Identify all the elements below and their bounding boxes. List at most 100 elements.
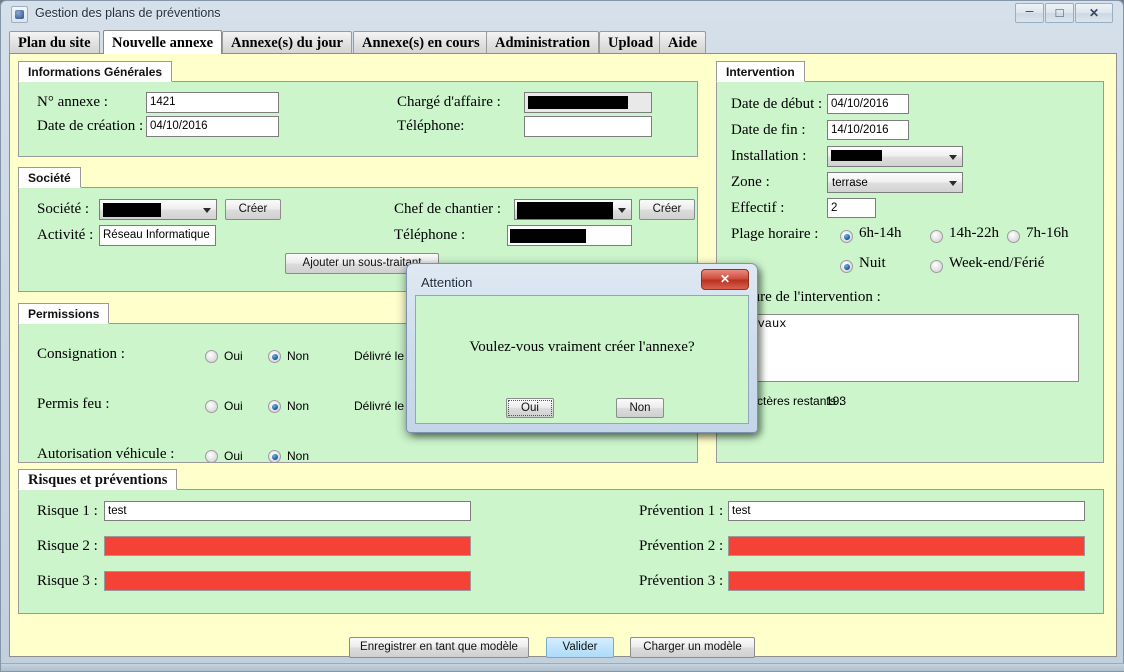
input-telephone-ig[interactable] xyxy=(524,116,652,137)
radio-plage-14h-22h[interactable] xyxy=(930,230,943,243)
label-risque-1: Risque 1 : xyxy=(37,503,98,519)
dialog-no-button[interactable]: Non xyxy=(616,398,664,418)
tab-administration[interactable]: Administration xyxy=(486,31,600,54)
validate-button[interactable]: Valider xyxy=(546,637,614,658)
label-plage-6h-14h: 6h-14h xyxy=(859,225,902,241)
label-num-annexe: N° annexe : xyxy=(37,94,108,110)
value-caracteres-restants: 193 xyxy=(826,394,847,408)
dialog-title: Attention xyxy=(421,275,473,290)
tab-annexes-en-cours[interactable]: Annexe(s) en cours xyxy=(353,31,489,54)
input-prevention-1[interactable]: test xyxy=(728,501,1085,521)
panel-informations-generales: Informations Générales N° annexe : 1421 … xyxy=(18,61,698,157)
label-prevention-3: Prévention 3 : xyxy=(639,573,724,589)
radio-autorisation-vehicule-non[interactable] xyxy=(268,450,281,463)
select-chef-chantier[interactable] xyxy=(514,199,632,220)
dialog-message: Voulez-vous vraiment créer l'annexe? xyxy=(469,339,695,355)
tab-plan-du-site[interactable]: Plan du site xyxy=(9,31,100,54)
radio-plage-nuit[interactable] xyxy=(840,260,853,273)
application-window: Gestion des plans de préventions Plan du… xyxy=(0,0,1124,672)
input-date-debut[interactable]: 04/10/2016 xyxy=(827,94,909,114)
input-charge-affaire[interactable] xyxy=(524,92,652,113)
dialog-yes-button[interactable]: Oui xyxy=(506,398,554,418)
window-bottom-edge xyxy=(1,663,1124,671)
label-telephone-ig: Téléphone: xyxy=(397,118,465,134)
input-date-creation[interactable]: 04/10/2016 xyxy=(146,116,279,137)
panel-title-risques-preventions: Risques et préventions xyxy=(18,469,178,490)
label-consignation-oui: Oui xyxy=(224,349,243,363)
label-plage-nuit: Nuit xyxy=(859,255,886,271)
chevron-down-icon xyxy=(618,208,626,213)
load-template-button[interactable]: Charger un modèle xyxy=(630,637,755,658)
label-prevention-2: Prévention 2 : xyxy=(639,538,724,554)
panel-title-societe: Société xyxy=(18,167,81,188)
panel-title-intervention: Intervention xyxy=(716,61,805,82)
label-plage-14h-22h: 14h-22h xyxy=(949,225,999,241)
label-consignation: Consignation : xyxy=(37,346,125,362)
label-telephone-societe: Téléphone : xyxy=(394,227,466,243)
chevron-down-icon xyxy=(949,181,957,186)
create-chef-chantier-button[interactable]: Créer xyxy=(639,199,695,220)
select-societe[interactable] xyxy=(99,199,217,220)
label-date-debut: Date de début : xyxy=(731,96,823,112)
input-num-annexe[interactable]: 1421 xyxy=(146,92,279,113)
label-plage-weekend: Week-end/Férié xyxy=(949,255,1045,271)
minimize-icon[interactable] xyxy=(1015,3,1044,23)
main-tab-strip: Plan du site Nouvelle annexe Annexe(s) d… xyxy=(9,30,1117,54)
select-zone[interactable]: terrase xyxy=(827,172,963,193)
label-date-fin: Date de fin : xyxy=(731,122,806,138)
confirmation-dialog: Attention ✕ Voulez-vous vraiment créer l… xyxy=(406,263,758,433)
label-permis-feu-oui: Oui xyxy=(224,399,243,413)
label-prevention-1: Prévention 1 : xyxy=(639,503,724,519)
input-activite[interactable]: Réseau Informatique xyxy=(99,225,216,246)
tab-aide[interactable]: Aide xyxy=(659,31,706,54)
label-autorisation-vehicule: Autorisation véhicule : xyxy=(37,446,175,462)
label-installation: Installation : xyxy=(731,148,807,164)
radio-consignation-oui[interactable] xyxy=(205,350,218,363)
radio-autorisation-vehicule-oui[interactable] xyxy=(205,450,218,463)
radio-permis-feu-oui[interactable] xyxy=(205,400,218,413)
panel-body-intervention: Date de début : 04/10/2016 Date de fin :… xyxy=(716,81,1104,463)
label-autorisation-oui: Oui xyxy=(224,449,243,463)
input-risque-3[interactable] xyxy=(104,571,471,591)
input-prevention-3[interactable] xyxy=(728,571,1085,591)
textarea-nature-intervention[interactable]: travaux xyxy=(731,314,1079,382)
input-date-fin[interactable]: 14/10/2016 xyxy=(827,120,909,140)
dialog-close-icon[interactable]: ✕ xyxy=(701,269,749,290)
label-risque-3: Risque 3 : xyxy=(37,573,98,589)
maximize-icon[interactable] xyxy=(1045,3,1074,23)
dialog-body: Voulez-vous vraiment créer l'annexe? Oui… xyxy=(415,295,749,424)
radio-plage-6h-14h[interactable] xyxy=(840,230,853,243)
save-as-template-button[interactable]: Enregistrer en tant que modèle xyxy=(349,637,529,658)
java-app-icon xyxy=(11,6,28,23)
label-date-creation: Date de création : xyxy=(37,118,144,134)
radio-permis-feu-non[interactable] xyxy=(268,400,281,413)
select-installation[interactable] xyxy=(827,146,963,167)
chevron-down-icon xyxy=(203,208,211,213)
tab-annexes-du-jour[interactable]: Annexe(s) du jour xyxy=(222,31,352,54)
input-risque-1[interactable]: test xyxy=(104,501,471,521)
radio-plage-weekend[interactable] xyxy=(930,260,943,273)
label-zone: Zone : xyxy=(731,174,770,190)
tab-upload[interactable]: Upload xyxy=(599,31,663,54)
input-risque-2[interactable] xyxy=(104,536,471,556)
tab-nouvelle-annexe[interactable]: Nouvelle annexe xyxy=(103,30,223,54)
create-societe-button[interactable]: Créer xyxy=(225,199,281,220)
input-prevention-2[interactable] xyxy=(728,536,1085,556)
redaction-bar xyxy=(831,150,882,161)
label-plage-7h-16h: 7h-16h xyxy=(1026,225,1069,241)
input-effectif[interactable]: 2 xyxy=(827,198,876,218)
label-consignation-delivre: Délivré le : xyxy=(354,349,411,363)
redaction-bar xyxy=(510,229,586,243)
radio-plage-7h-16h[interactable] xyxy=(1007,230,1020,243)
panel-body-risques-preventions: Risque 1 : test Prévention 1 : test Risq… xyxy=(18,489,1104,614)
label-activite: Activité : xyxy=(37,227,94,243)
input-telephone-societe[interactable] xyxy=(507,225,632,246)
label-chef-chantier: Chef de chantier : xyxy=(394,201,502,217)
redaction-bar xyxy=(528,96,628,109)
radio-consignation-non[interactable] xyxy=(268,350,281,363)
close-icon[interactable] xyxy=(1075,3,1113,23)
label-autorisation-non: Non xyxy=(287,449,310,463)
panel-intervention: Intervention Date de début : 04/10/2016 … xyxy=(716,61,1104,463)
label-permis-feu: Permis feu : xyxy=(37,396,110,412)
panel-risques-preventions: Risques et préventions Risque 1 : test P… xyxy=(18,469,1104,614)
